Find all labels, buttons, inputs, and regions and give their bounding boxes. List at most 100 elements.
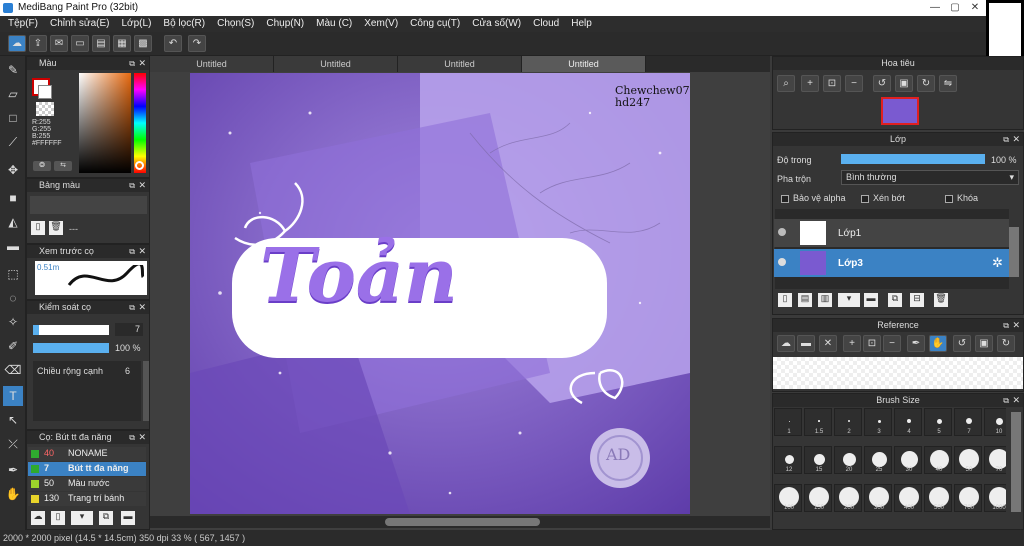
tab-untitled-3[interactable]: Untitled xyxy=(398,56,522,72)
new-layer-icon[interactable]: ▯ xyxy=(778,293,792,307)
hue-slider[interactable] xyxy=(134,73,146,173)
popout-icon[interactable]: ⧉ xyxy=(129,301,135,314)
zoom-out-icon[interactable]: − xyxy=(845,75,863,92)
brush-size-cell[interactable]: 25 xyxy=(864,446,892,474)
menu-tools[interactable]: Công cụ(T) xyxy=(404,16,466,32)
new-brush-icon[interactable]: ▯ xyxy=(51,511,65,525)
dropper-tool-icon[interactable]: ✒ xyxy=(3,460,23,480)
duplicate-layer-icon[interactable]: ⧉ xyxy=(888,293,902,307)
close-icon[interactable]: ✕ xyxy=(138,179,146,192)
tab-untitled-1[interactable]: Untitled xyxy=(150,56,274,72)
zoom-in-icon[interactable]: + xyxy=(843,335,861,352)
flip-icon[interactable]: ⇋ xyxy=(939,75,957,92)
grid-icon[interactable]: ▦ xyxy=(113,35,131,52)
brush-size-cell[interactable]: 1.5 xyxy=(804,408,832,436)
rectangle-tool-icon[interactable]: □ xyxy=(3,108,23,128)
comment-icon[interactable]: ✉ xyxy=(50,35,68,52)
artwork-canvas[interactable]: Toản Chewchew07 hd247 AD xyxy=(190,73,690,514)
close-reference-icon[interactable]: ✕ xyxy=(819,335,837,352)
menu-help[interactable]: Help xyxy=(565,16,598,32)
rotate-right-icon[interactable]: ↻ xyxy=(997,335,1015,352)
select-tool-icon[interactable]: ⬚ xyxy=(3,264,23,284)
brush-list-item[interactable]: 130 Trang trí bánh xyxy=(28,492,146,506)
menu-window[interactable]: Cửa số(W) xyxy=(466,16,527,32)
menu-file[interactable]: Tệp(F) xyxy=(2,16,44,32)
brush-size-cell[interactable]: 2 xyxy=(834,408,862,436)
brush-size-cell[interactable]: 1000 xyxy=(984,484,1006,512)
open-folder-icon[interactable]: ▬ xyxy=(797,335,815,352)
folder-icon[interactable]: ▬ xyxy=(864,293,878,307)
brush-size-cell[interactable]: 10 xyxy=(984,408,1006,436)
close-icon[interactable]: ✕ xyxy=(1012,133,1020,146)
undo-icon[interactable]: ↶ xyxy=(164,35,182,52)
merge-layer-icon[interactable]: ⊟ xyxy=(910,293,924,307)
text-tool-icon[interactable]: T xyxy=(3,386,23,406)
gradient-tool-icon[interactable]: ▬ xyxy=(3,236,23,256)
navigator-thumbnail[interactable] xyxy=(881,97,919,125)
brush-size-cell[interactable]: 5 xyxy=(924,408,952,436)
brush-list-item[interactable]: 7 Bút tt đa năng xyxy=(28,462,146,476)
brush-size-cell[interactable]: 700 xyxy=(954,484,982,512)
line-tool-icon[interactable]: ⟋ xyxy=(3,132,23,152)
fit-icon[interactable]: ⊡ xyxy=(863,335,881,352)
rotate-left-icon[interactable]: ↺ xyxy=(873,75,891,92)
trash-icon[interactable]: 🗑 xyxy=(934,293,948,307)
protect-alpha-checkbox[interactable]: Bảo vệ alpha xyxy=(781,193,846,203)
new-halftone-layer-icon[interactable]: ▤ xyxy=(798,293,812,307)
select-eraser-icon[interactable]: ⌫ xyxy=(3,360,23,380)
copy-brush-icon[interactable]: ⧉ xyxy=(99,511,113,525)
brush-size-cell[interactable]: 4 xyxy=(894,408,922,436)
fill-shape-tool-icon[interactable]: ■ xyxy=(3,188,23,208)
rotate-right-icon[interactable]: ↻ xyxy=(917,75,935,92)
brush-size-cell[interactable]: 20 xyxy=(834,446,862,474)
brush-size-cell[interactable]: 400 xyxy=(894,484,922,512)
brush-size-cell[interactable]: 200 xyxy=(834,484,862,512)
close-icon[interactable]: ✕ xyxy=(138,245,146,258)
menu-view[interactable]: Xem(V) xyxy=(358,16,404,32)
reference-view[interactable] xyxy=(773,357,1023,389)
layer-row-2[interactable]: Lớp3 ✲ xyxy=(774,249,1009,277)
bucket-tool-icon[interactable]: ◭ xyxy=(3,212,23,232)
cloud-icon[interactable]: ☁ xyxy=(8,35,26,52)
brush-size-cell[interactable]: 150 xyxy=(804,484,832,512)
popout-icon[interactable]: ⧉ xyxy=(129,179,135,192)
eraser-tool-icon[interactable]: ▱ xyxy=(3,84,23,104)
brush-size-cell[interactable]: 1 xyxy=(774,408,802,436)
hand-icon[interactable]: ✋ xyxy=(929,335,947,352)
brush-size-cell[interactable]: 12 xyxy=(774,446,802,474)
speech-bubble-icon[interactable]: ▭ xyxy=(71,35,89,52)
operation-tool-icon[interactable]: ↖ xyxy=(3,410,23,430)
hand-tool-icon[interactable]: ✋ xyxy=(3,484,23,504)
blend-mode-dropdown[interactable]: Bình thường ▾ xyxy=(841,170,1019,185)
brush-control-scrollbar[interactable] xyxy=(143,361,149,421)
menu-edit[interactable]: Chỉnh sửa(E) xyxy=(44,16,116,32)
popout-icon[interactable]: ⧉ xyxy=(1003,394,1009,407)
add-brush-icon[interactable]: ▾ xyxy=(71,511,93,525)
brush-size-cell[interactable]: 100 xyxy=(774,484,802,512)
gear-icon[interactable]: ✲ xyxy=(992,255,1003,271)
visibility-icon[interactable] xyxy=(778,258,786,266)
close-icon[interactable]: ✕ xyxy=(138,57,146,70)
horizontal-scrollbar[interactable] xyxy=(150,516,770,528)
close-icon[interactable]: ✕ xyxy=(1012,394,1020,407)
popout-icon[interactable]: ⧉ xyxy=(129,245,135,258)
lasso-tool-icon[interactable]: ◌ xyxy=(3,288,23,308)
page-icon[interactable]: ▤ xyxy=(92,35,110,52)
brush-size-cell[interactable]: 300 xyxy=(864,484,892,512)
hue-handle[interactable] xyxy=(135,161,144,170)
redo-icon[interactable]: ↷ xyxy=(188,35,206,52)
menu-select[interactable]: Chọn(S) xyxy=(211,16,260,32)
folder-icon[interactable]: ▬ xyxy=(121,511,135,525)
trash-icon[interactable]: 🗑 xyxy=(49,221,63,235)
transparent-swatch[interactable] xyxy=(36,102,54,116)
menu-layer[interactable]: Lớp(L) xyxy=(116,16,158,32)
popout-icon[interactable]: ⧉ xyxy=(1003,319,1009,332)
popout-icon[interactable]: ⧉ xyxy=(1003,133,1009,146)
horizontal-scroll-thumb[interactable] xyxy=(385,518,540,526)
add-layer-menu-icon[interactable]: ▾ xyxy=(838,293,860,307)
brush-tool-icon[interactable]: ✎ xyxy=(3,60,23,80)
add-palette-icon[interactable]: ▯ xyxy=(31,221,45,235)
zoom-icon[interactable]: ⌕ xyxy=(777,75,795,92)
clipping-checkbox[interactable]: Xén bớt xyxy=(861,193,905,203)
eyedropper-icon[interactable]: ✒ xyxy=(907,335,925,352)
